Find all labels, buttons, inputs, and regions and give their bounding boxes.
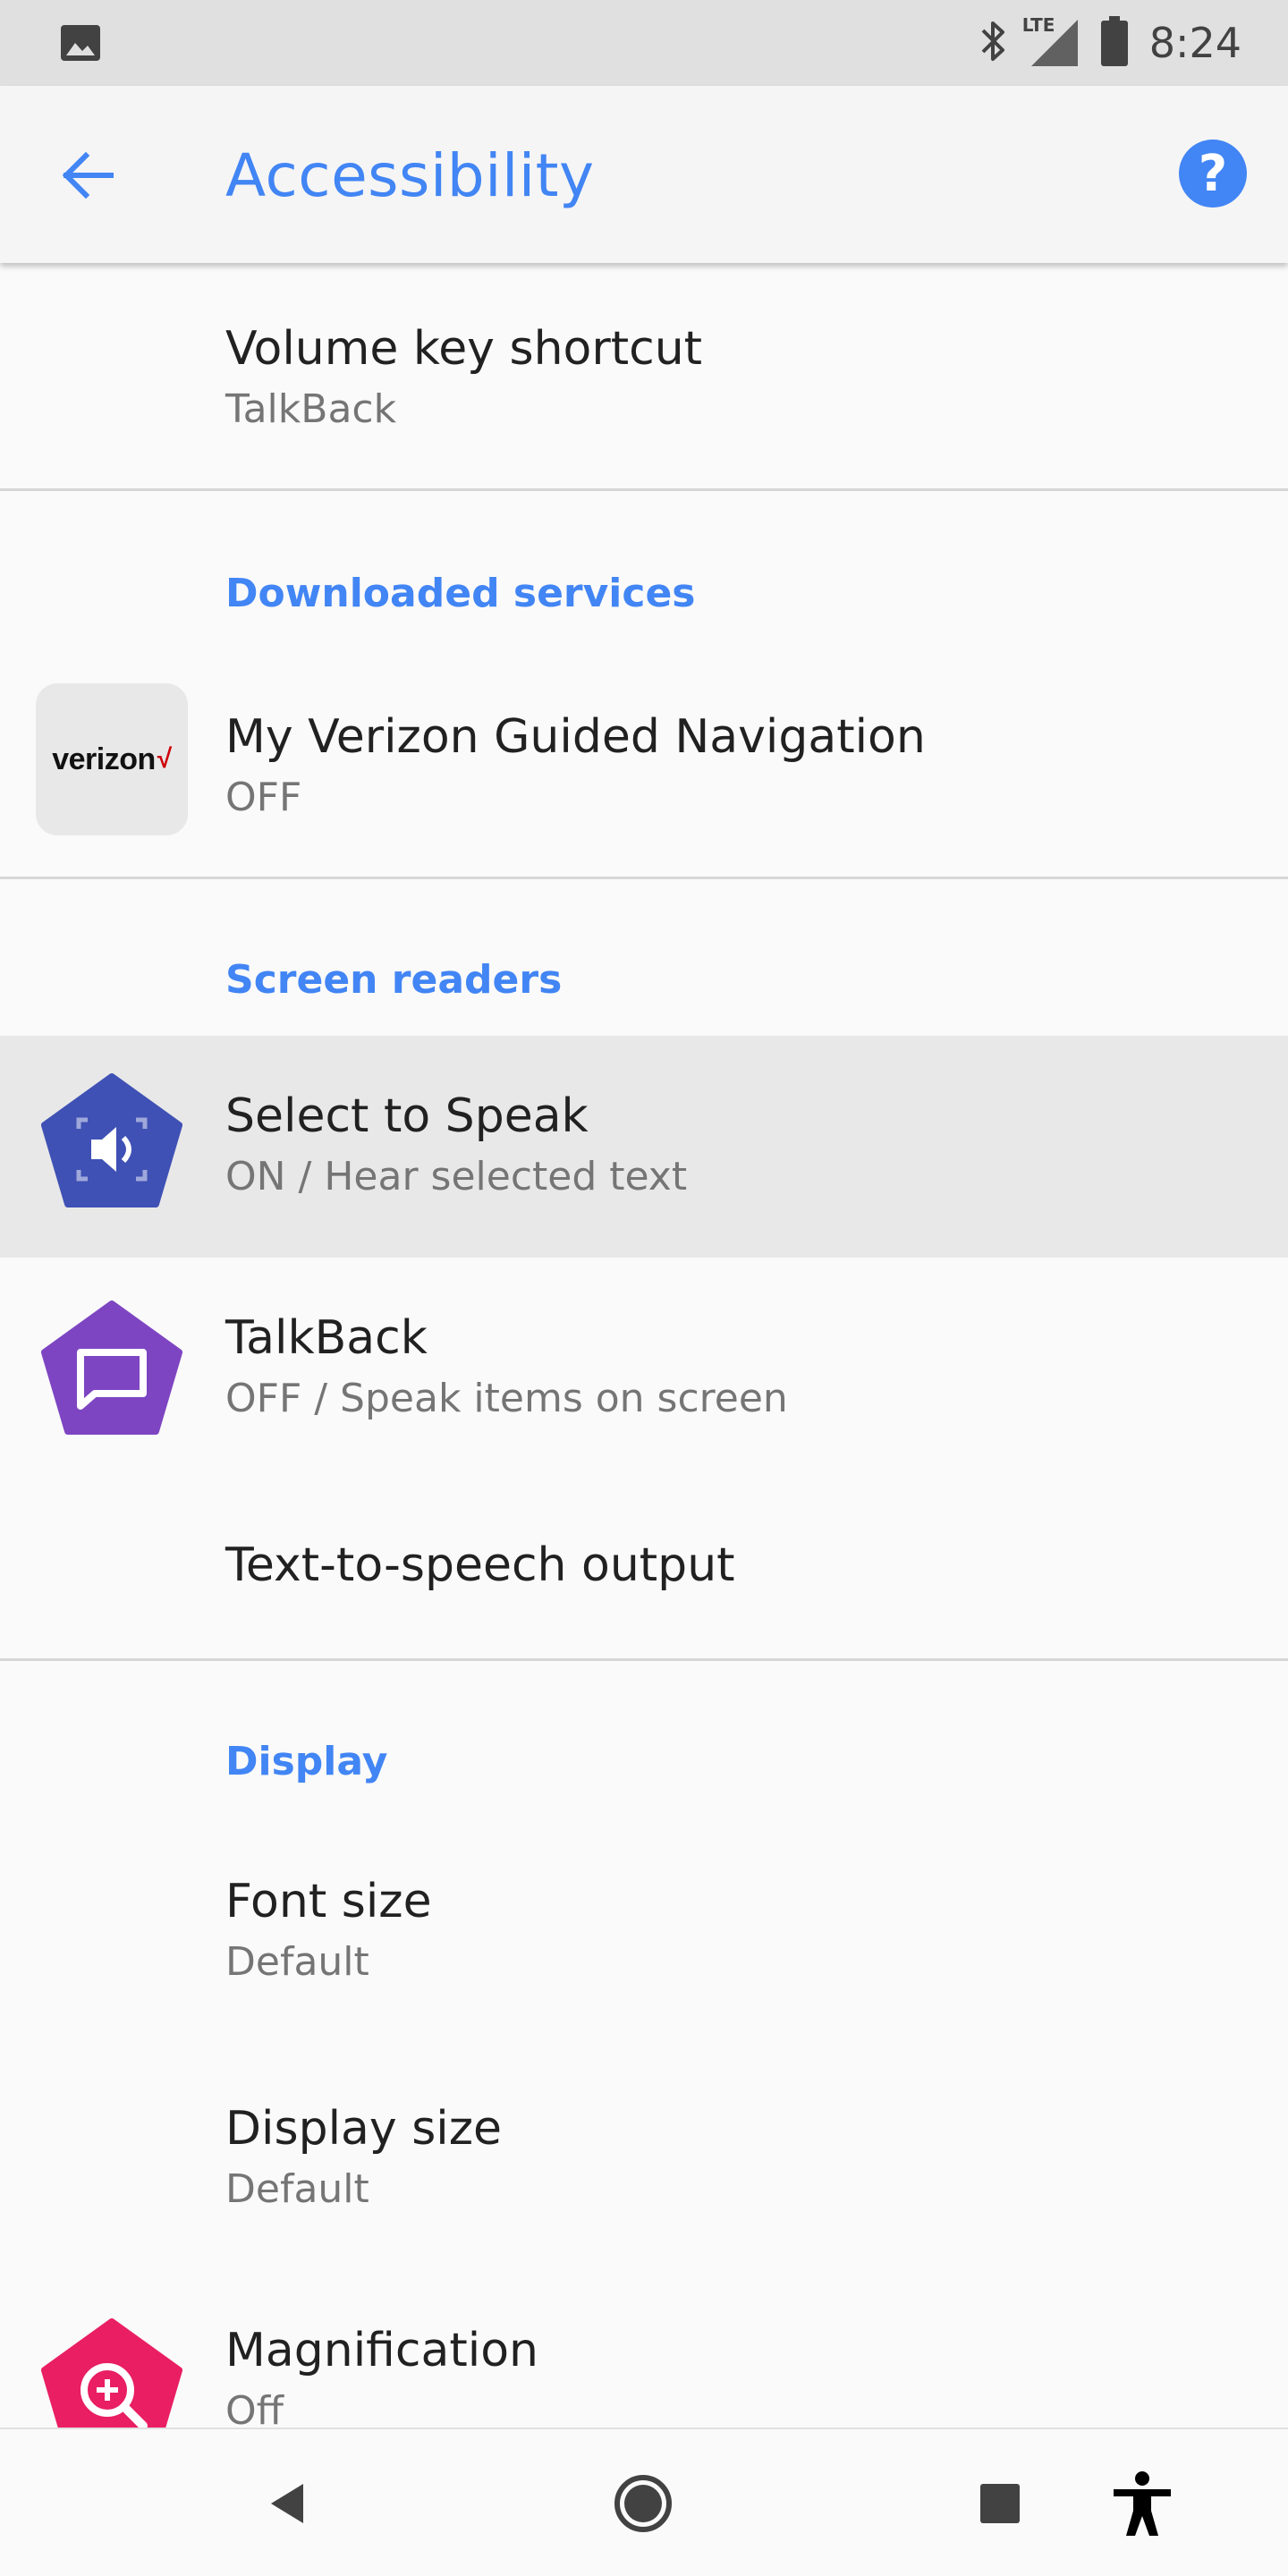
- select-to-speak-item[interactable]: Select to Speak ON / Hear selected text: [0, 1036, 1288, 1258]
- item-summary: OFF / Speak items on screen: [225, 1376, 788, 1421]
- item-title: Display size: [225, 2102, 503, 2156]
- item-title: TalkBack: [225, 1311, 428, 1365]
- section-header-display: Display: [225, 1739, 388, 1784]
- item-title: Font size: [225, 1875, 432, 1928]
- help-icon: ?: [1198, 144, 1228, 203]
- network-type-label: LTE: [1021, 14, 1055, 36]
- item-title: Text-to-speech output: [225, 1538, 735, 1592]
- image-notification-icon: [59, 23, 102, 63]
- item-title: My Verizon Guided Navigation: [225, 710, 926, 764]
- home-icon: [614, 2475, 672, 2532]
- magnification-item[interactable]: Magnification Off: [0, 2274, 1288, 2428]
- back-arrow-icon: [62, 151, 114, 199]
- item-summary: TalkBack: [225, 386, 397, 432]
- talkback-item[interactable]: TalkBack OFF / Speak items on screen: [0, 1258, 1288, 1483]
- verizon-guided-navigation-item[interactable]: verizon √ My Verizon Guided Navigation OF…: [0, 653, 1288, 877]
- signal-icon: LTE: [1022, 14, 1080, 70]
- app-bar: Accessibility ?: [0, 86, 1288, 263]
- item-title: Select to Speak: [225, 1089, 589, 1143]
- status-bar: LTE 8:24: [0, 0, 1288, 86]
- text-to-speech-output-item[interactable]: Text-to-speech output: [0, 1483, 1288, 1658]
- nav-home-button[interactable]: [605, 2465, 682, 2542]
- clock-time: 8:24: [1148, 19, 1241, 67]
- navigation-bar: [0, 2428, 1288, 2576]
- item-title: Volume key shortcut: [225, 322, 703, 376]
- talkback-icon: [36, 1297, 188, 1449]
- volume-key-shortcut-item[interactable]: Volume key shortcut TalkBack: [0, 263, 1288, 488]
- item-summary: ON / Hear selected text: [225, 1154, 688, 1199]
- divider: [0, 1658, 1288, 1661]
- battery-icon: [1100, 16, 1128, 70]
- bluetooth-icon: [978, 18, 1008, 68]
- select-to-speak-icon: [36, 1070, 188, 1222]
- nav-accessibility-button[interactable]: [1104, 2465, 1181, 2542]
- item-summary: Default: [225, 1939, 369, 1985]
- item-summary: OFF: [225, 775, 302, 820]
- back-icon: [271, 2484, 303, 2523]
- section-header-screen-readers: Screen readers: [225, 957, 563, 1003]
- settings-list: Volume key shortcut TalkBack Downloaded …: [0, 263, 1288, 2428]
- divider: [0, 877, 1288, 879]
- font-size-item[interactable]: Font size Default: [0, 1819, 1288, 2046]
- help-button[interactable]: ?: [1179, 140, 1247, 208]
- display-size-item[interactable]: Display size Default: [0, 2046, 1288, 2274]
- item-summary: Default: [225, 2166, 369, 2212]
- nav-back-button[interactable]: [250, 2465, 327, 2542]
- recents-icon: [980, 2484, 1020, 2523]
- divider: [0, 488, 1288, 491]
- section-header-downloaded-services: Downloaded services: [225, 571, 696, 616]
- verizon-logo-check: √: [157, 744, 172, 774]
- item-summary: Off: [225, 2388, 284, 2428]
- nav-recents-button[interactable]: [962, 2465, 1038, 2542]
- item-title: Magnification: [225, 2324, 538, 2377]
- back-arrow-button[interactable]: [52, 140, 123, 211]
- page-title: Accessibility: [225, 141, 595, 210]
- magnification-icon: [36, 2315, 188, 2428]
- verizon-logo-text: verizon: [52, 741, 156, 776]
- verizon-logo-icon: verizon √: [36, 683, 188, 835]
- accessibility-icon: [1114, 2471, 1171, 2536]
